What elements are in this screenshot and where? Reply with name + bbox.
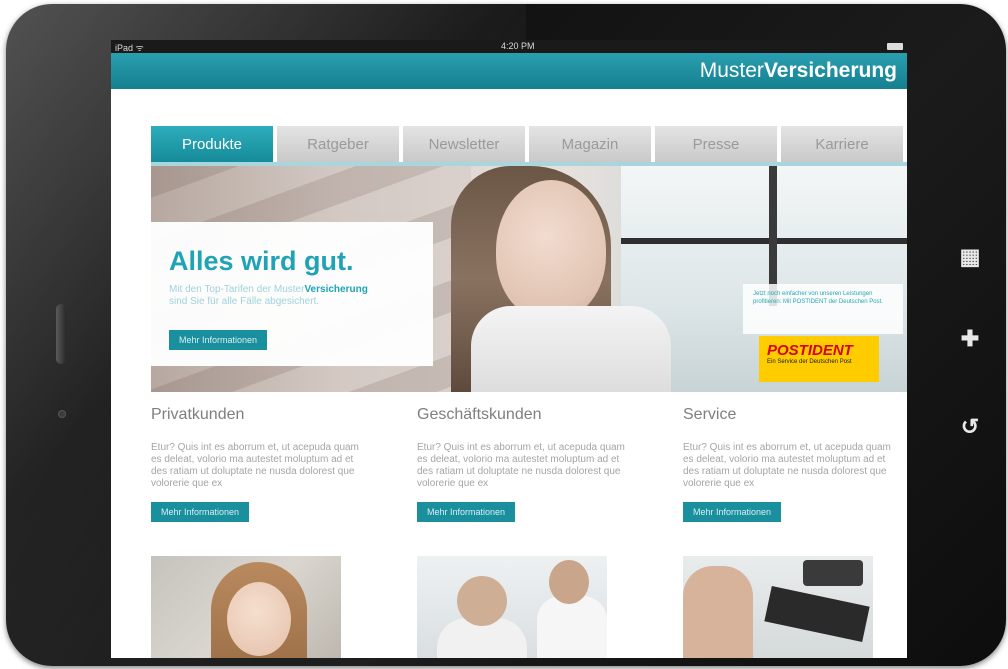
column-text: Etur? Quis int es aborrum et, ut acepuda… xyxy=(417,442,625,489)
hero-subline-prefix: Mit den Top-Tarifen der Muster xyxy=(169,284,305,295)
tablet-screen: iPad ᯤ 4:20 PM MusterVersicherung Produk… xyxy=(111,40,907,658)
person-head xyxy=(457,576,507,626)
column-text: Etur? Quis int es aborrum et, ut acepuda… xyxy=(683,442,891,489)
grid-icon[interactable]: ▦ xyxy=(956,244,984,270)
hero-headline: Alles wird gut. xyxy=(169,246,354,276)
tab-produkte[interactable]: Produkte xyxy=(151,126,273,162)
geschaeftskunden-more-info-button[interactable]: Mehr Informationen xyxy=(417,502,516,522)
side-button xyxy=(56,304,66,364)
brand-light: Muster xyxy=(699,59,764,82)
brand-bar: MusterVersicherung xyxy=(111,53,907,89)
postident-post: POST xyxy=(767,342,808,359)
brand-bold: Versicherung xyxy=(763,59,897,82)
tablet-frame: ▦ ✚ ↺ iPad ᯤ 4:20 PM MusterVersicherung … xyxy=(6,4,1006,666)
camera-dot xyxy=(58,410,66,418)
desk-keyboard xyxy=(764,585,870,643)
main-navigation: Produkte Ratgeber Newsletter Magazin Pre… xyxy=(151,126,907,162)
status-bar: iPad ᯤ 4:20 PM xyxy=(111,40,907,53)
postident-teaser: Jetzt noch einfacher von unseren Leistun… xyxy=(743,284,903,334)
tab-magazin[interactable]: Magazin xyxy=(529,126,651,162)
column-heading: Geschäftskunden xyxy=(417,406,542,423)
column-service: Service Etur? Quis int es aborrum et, ut… xyxy=(683,406,903,658)
photo-child xyxy=(151,556,341,658)
desk-phone xyxy=(803,560,863,586)
desk-person xyxy=(683,566,753,658)
hero-banner: Alles wird gut. Mit den Top-Tarifen der … xyxy=(151,166,907,392)
hero-woman-face xyxy=(496,180,606,320)
column-heading: Privatkunden xyxy=(151,406,245,423)
postident-logo[interactable]: POSTIDENT Ein Service der Deutschen Post xyxy=(759,336,879,382)
column-privatkunden: Privatkunden Etur? Quis int es aborrum e… xyxy=(151,406,371,658)
brand-logo[interactable]: MusterVersicherung xyxy=(700,59,897,83)
status-time: 4:20 PM xyxy=(501,41,535,51)
column-text: Etur? Quis int es aborrum et, ut acepuda… xyxy=(151,442,359,489)
hero-subline: Mit den Top-Tarifen der MusterVersicheru… xyxy=(169,284,419,308)
column-geschaeftskunden: Geschäftskunden Etur? Quis int es aborru… xyxy=(417,406,637,658)
photo-desk xyxy=(683,556,873,658)
hero-woman-shirt xyxy=(471,306,671,392)
hero-more-info-button[interactable]: Mehr Informationen xyxy=(169,330,268,350)
photo-business-people xyxy=(417,556,607,658)
tab-ratgeber[interactable]: Ratgeber xyxy=(277,126,399,162)
tab-newsletter[interactable]: Newsletter xyxy=(403,126,525,162)
postident-wordmark: POSTIDENT xyxy=(767,342,871,359)
person-head xyxy=(549,560,589,604)
postident-claim: Ein Service der Deutschen Post xyxy=(767,359,852,365)
person-body xyxy=(537,596,607,658)
hero-promo-box: Alles wird gut. Mit den Top-Tarifen der … xyxy=(151,222,433,366)
postident-ident: IDENT xyxy=(807,342,853,359)
back-arrow-icon[interactable]: ↺ xyxy=(956,414,984,440)
service-more-info-button[interactable]: Mehr Informationen xyxy=(683,502,782,522)
hero-subline-brand: Versicherung xyxy=(304,284,368,295)
puzzle-icon[interactable]: ✚ xyxy=(956,326,984,352)
tab-karriere[interactable]: Karriere xyxy=(781,126,903,162)
tab-presse[interactable]: Presse xyxy=(655,126,777,162)
column-heading: Service xyxy=(683,406,737,423)
privatkunden-more-info-button[interactable]: Mehr Informationen xyxy=(151,502,250,522)
hero-window-frame xyxy=(621,238,907,244)
battery-icon xyxy=(887,43,903,50)
hero-subline-suffix: sind Sie für alle Fälle abgesichert. xyxy=(169,296,320,307)
child-face xyxy=(227,582,291,656)
